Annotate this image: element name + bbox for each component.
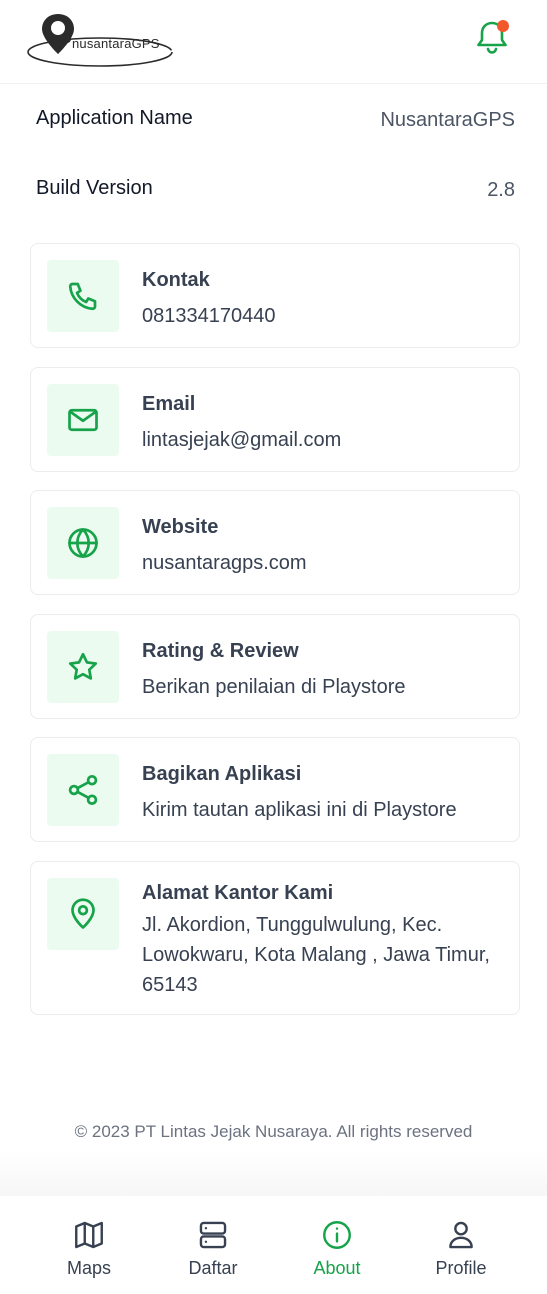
address-title: Alamat Kantor Kami [142, 882, 334, 904]
mail-icon-box [47, 384, 119, 456]
globe-icon-box [47, 507, 119, 579]
phone-icon [68, 282, 97, 311]
website-url: nusantaragps.com [142, 552, 307, 574]
map-pin-icon [71, 898, 95, 929]
app-name-row: Application Name NusantaraGPS [36, 107, 515, 137]
map-pin-icon-box [47, 878, 119, 950]
share-icon-box [47, 754, 119, 826]
website-card[interactable]: Website nusantaragps.com [30, 490, 520, 595]
email-address: lintasjejak@gmail.com [142, 429, 342, 451]
globe-icon [68, 528, 98, 558]
nav-item-maps[interactable]: Maps [39, 1218, 139, 1279]
bottom-nav: Maps Daftar About Profile [0, 1196, 547, 1294]
nav-item-profile[interactable]: Profile [411, 1218, 511, 1279]
star-icon [68, 652, 98, 680]
build-version-row: Build Version 2.8 [36, 177, 515, 207]
address-card[interactable]: Alamat Kantor Kami Jl. Akordion, Tunggul… [30, 861, 520, 1015]
info-icon [323, 1221, 351, 1249]
copyright-text: © 2023 PT Lintas Jejak Nusaraya. All rig… [74, 1122, 473, 1141]
app-logo[interactable]: nusantaraGPS [26, 10, 178, 70]
nav-label-about: About [313, 1258, 361, 1278]
app-header: nusantaraGPS [0, 0, 547, 84]
build-version-value: 2.8 [487, 179, 515, 201]
email-title: Email [142, 393, 196, 415]
website-title: Website [142, 516, 219, 538]
contact-phone: 081334170440 [142, 305, 276, 327]
map-icon [75, 1221, 103, 1249]
mail-icon [68, 408, 98, 432]
rating-title: Rating & Review [142, 640, 299, 662]
app-name-label: Application Name [36, 107, 193, 129]
user-icon [449, 1221, 473, 1249]
rating-subtitle: Berikan penilaian di Playstore [142, 676, 406, 698]
nav-item-about[interactable]: About [287, 1218, 387, 1279]
notification-button[interactable] [472, 16, 512, 56]
phone-icon-box [47, 260, 119, 332]
nav-shadow [0, 1150, 547, 1198]
build-version-label: Build Version [36, 177, 153, 199]
contact-title: Kontak [142, 269, 210, 291]
app-name-value: NusantaraGPS [380, 109, 515, 131]
share-subtitle: Kirim tautan aplikasi ini di Playstore [142, 799, 457, 821]
contact-card[interactable]: Kontak 081334170440 [30, 243, 520, 348]
star-icon-box [47, 631, 119, 703]
share-icon [68, 775, 98, 805]
server-icon [199, 1221, 227, 1249]
notification-badge [497, 20, 509, 32]
nav-label-maps: Maps [66, 1258, 111, 1278]
email-card[interactable]: Email lintasjejak@gmail.com [30, 367, 520, 472]
address-text: Jl. Akordion, Tunggulwulung, Kec. Lowokw… [142, 914, 490, 996]
nav-item-daftar[interactable]: Daftar [163, 1218, 263, 1279]
nav-label-profile: Profile [435, 1258, 487, 1278]
share-card[interactable]: Bagikan Aplikasi Kirim tautan aplikasi i… [30, 737, 520, 842]
rating-card[interactable]: Rating & Review Berikan penilaian di Pla… [30, 614, 520, 719]
nav-label-daftar: Daftar [188, 1258, 238, 1278]
share-title: Bagikan Aplikasi [142, 763, 302, 785]
logo-text: nusantaraGPS [72, 36, 160, 51]
